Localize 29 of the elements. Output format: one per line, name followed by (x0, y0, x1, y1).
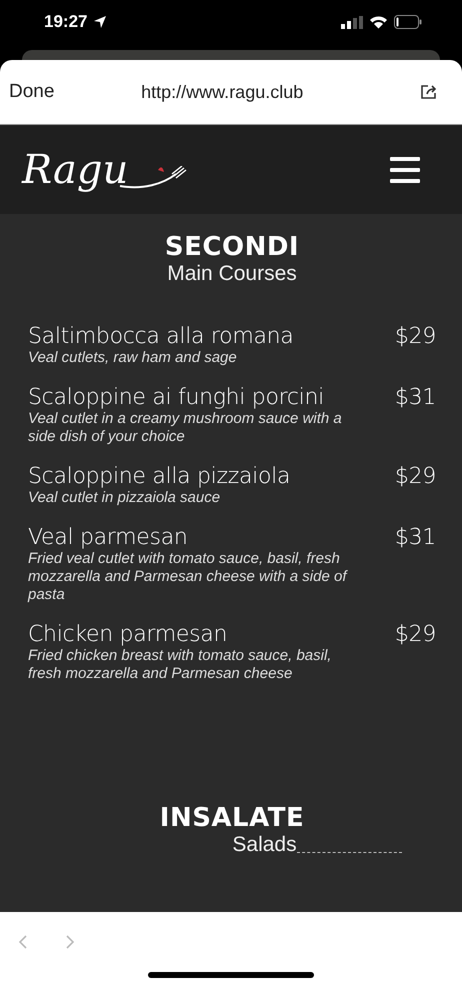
dish-price: $29 (394, 622, 436, 647)
done-button[interactable]: Done (9, 81, 54, 103)
location-arrow-icon (93, 15, 108, 29)
status-time: 19:27 (44, 12, 88, 32)
dish-name: Veal parmesan (28, 525, 188, 550)
dish-description: Veal cutlet in pizzaiola sauce (28, 489, 222, 507)
dish-name: Saltimbocca alla romana (28, 324, 294, 349)
share-icon[interactable] (420, 84, 438, 100)
signal-icon (341, 16, 363, 28)
dish-price: $31 (394, 385, 436, 410)
dish-price: $31 (394, 525, 436, 550)
section-title: INSALATE (160, 803, 304, 833)
dish-description: Veal cutlet in a creamy mushroom sauce with a side dish of your choice (28, 410, 343, 446)
dish-name: Scaloppine ai funghi porcini (28, 385, 324, 410)
dish-description: Fried chicken breast with tomato sauce, basil, fresh mozzarella and Parmesan cheese (28, 647, 332, 683)
section-subtitle: Main Courses (167, 262, 297, 286)
url-text: http://www.ragu.club (140, 82, 304, 102)
section-title: SECONDI (164, 232, 300, 262)
wifi-icon (369, 15, 388, 29)
dish-price: $29 (394, 324, 436, 349)
battery-icon (394, 15, 422, 29)
dish-description: Fried veal cutlet with tomato sauce, basil, fresh mozzarella and Parmesan cheese with a side of pasta (28, 550, 349, 604)
logo[interactable]: Ragu (22, 150, 128, 190)
dish-price: $29 (394, 464, 436, 489)
dish-description: Veal cutlets, raw ham and sage (28, 349, 238, 367)
dish-name: Chicken parmesan (28, 622, 228, 647)
menu-icon[interactable] (390, 156, 420, 182)
section-subtitle: Salads (232, 833, 297, 857)
dish-name: Scaloppine alla pizzaiola (28, 464, 290, 489)
